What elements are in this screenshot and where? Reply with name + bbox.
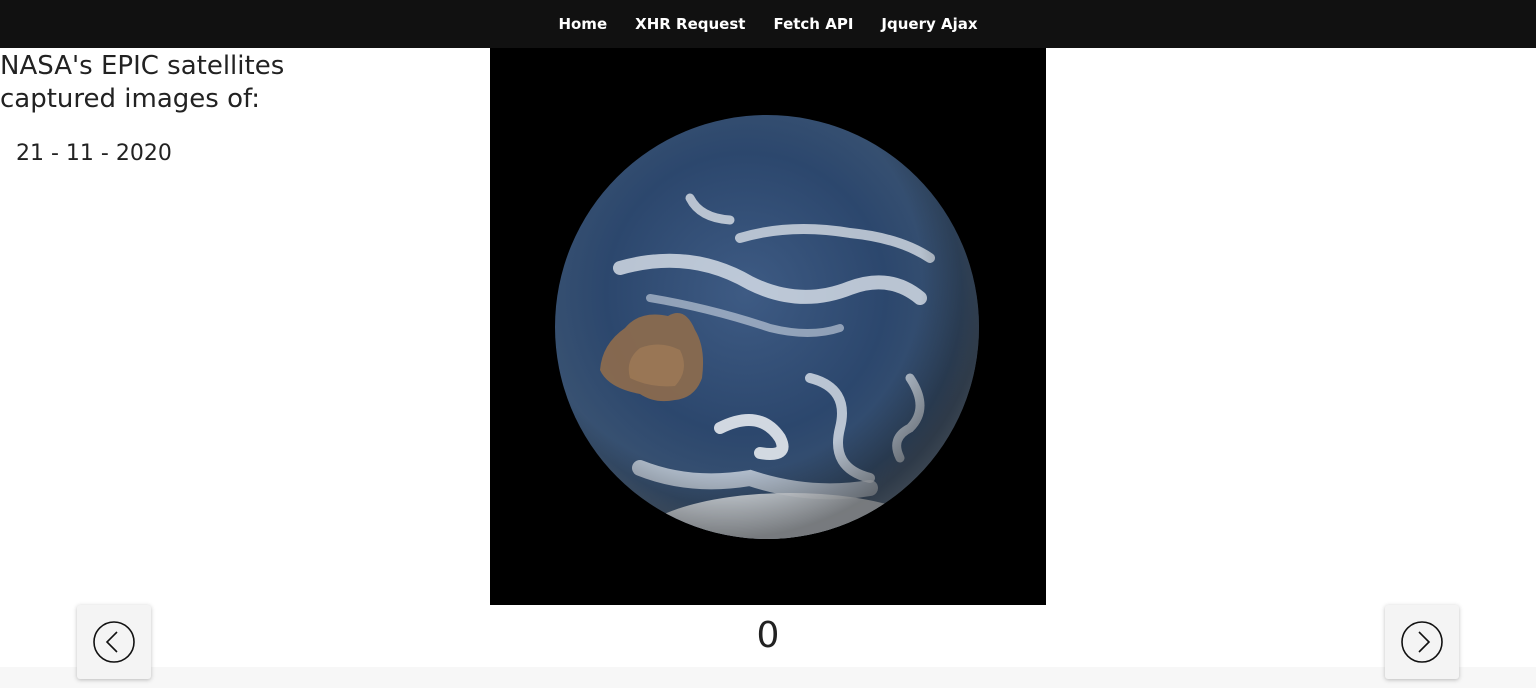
chevron-left-circle-icon: [93, 621, 135, 663]
previous-image-button[interactable]: [77, 605, 151, 679]
image-counter: 0: [756, 615, 780, 656]
footer-strip: [0, 667, 1536, 688]
nav-jquery-ajax-link[interactable]: Jquery Ajax: [881, 15, 977, 33]
next-image-button[interactable]: [1385, 605, 1459, 679]
nav-home-link[interactable]: Home: [558, 15, 607, 33]
capture-date: 21 - 11 - 2020: [16, 141, 172, 166]
earth-image: [490, 48, 1046, 605]
chevron-right-circle-icon: [1401, 621, 1443, 663]
nav-xhr-request-link[interactable]: XHR Request: [635, 15, 745, 33]
top-navbar: Home XHR Request Fetch API Jquery Ajax: [0, 0, 1536, 48]
epic-image: [490, 48, 1046, 605]
page-heading: NASA's EPIC satellites captured images o…: [0, 51, 285, 114]
nav-fetch-api-link[interactable]: Fetch API: [773, 15, 853, 33]
